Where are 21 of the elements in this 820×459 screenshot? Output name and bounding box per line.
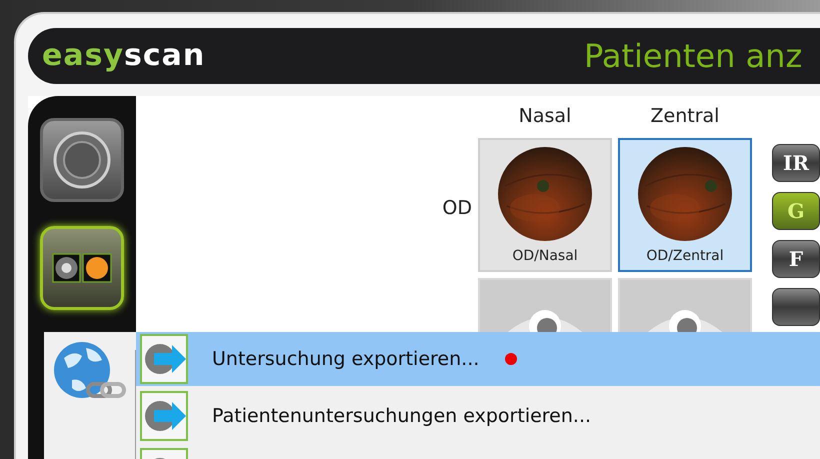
menu-item[interactable]: Untersuchung exportieren... [136, 332, 820, 386]
lights-button[interactable] [40, 226, 124, 310]
page-title: Patienten anz [584, 36, 802, 77]
tile-caption: OD/Zentral [646, 247, 724, 266]
menu-item-label: Untersuchung exportieren... [212, 346, 480, 372]
column-header: Nasal [518, 104, 572, 129]
channel-button[interactable]: IR [772, 144, 820, 182]
image-tile[interactable]: OD/Zentral [618, 138, 752, 272]
image-tile[interactable]: OD/Nasal [478, 138, 612, 272]
lens-icon [52, 130, 112, 190]
row-label: OD [442, 196, 472, 221]
logo-text: scan [124, 41, 206, 71]
channel-button[interactable]: F [772, 240, 820, 278]
logo-text: easy [42, 41, 124, 71]
menu-item[interactable]: Patientenuntersuchungen exportieren... [136, 389, 820, 443]
channel-button[interactable] [772, 288, 820, 326]
menu-item-label: Patientenuntersuchungen exportieren... [212, 404, 592, 429]
column-header: Zentral [650, 104, 720, 129]
camera-button[interactable] [40, 118, 124, 202]
lights-icon [52, 253, 112, 283]
tile-caption: OD/Nasal [512, 247, 578, 266]
